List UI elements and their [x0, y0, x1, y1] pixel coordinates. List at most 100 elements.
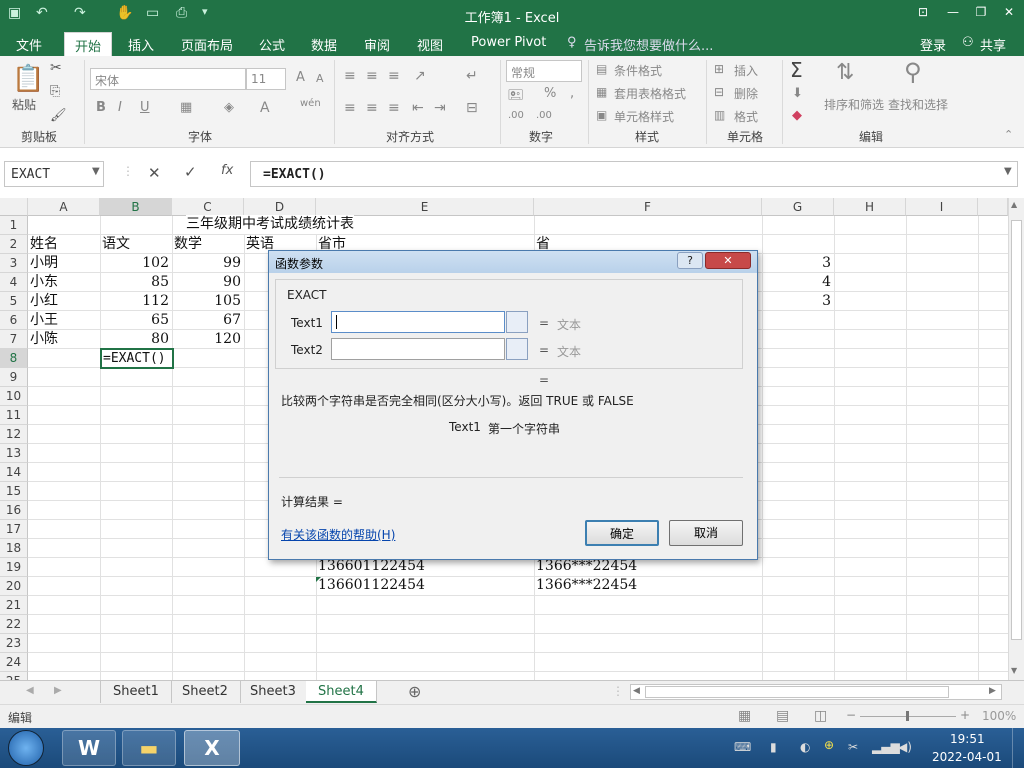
increase-indent-icon[interactable]: ⇥: [434, 100, 446, 116]
chinese-cell[interactable]: 102: [100, 254, 172, 273]
math-cell[interactable]: 90: [172, 273, 244, 292]
help-icon[interactable]: ?: [677, 252, 703, 269]
table-format-button[interactable]: 套用表格格式: [614, 85, 686, 102]
column-header-c[interactable]: C: [172, 198, 244, 216]
zoom-slider-thumb[interactable]: [906, 711, 909, 721]
align-bottom-icon[interactable]: ≡: [388, 68, 400, 84]
formula-input[interactable]: =EXACT(): [250, 161, 1018, 187]
row-header[interactable]: 22: [0, 615, 28, 634]
minimize-icon[interactable]: —: [942, 3, 964, 23]
arg1-input[interactable]: [331, 311, 505, 333]
sheet-tab-1[interactable]: Sheet1: [100, 681, 172, 703]
insert-function-icon[interactable]: fx: [221, 163, 233, 178]
explorer-taskbar-icon[interactable]: ▬: [122, 730, 176, 766]
word-taskbar-icon[interactable]: W: [62, 730, 116, 766]
row-header[interactable]: 10: [0, 387, 28, 406]
arg2-collapse-icon[interactable]: [506, 338, 528, 360]
ok-button[interactable]: 确定: [585, 520, 659, 546]
g-cell[interactable]: 3: [762, 292, 834, 311]
row-header[interactable]: 6: [0, 311, 28, 330]
select-all-corner[interactable]: [0, 198, 28, 216]
name-box[interactable]: EXACT: [4, 161, 104, 187]
tab-formulas[interactable]: 公式: [259, 35, 285, 54]
dialog-close-icon[interactable]: ✕: [705, 252, 751, 269]
paste-button[interactable]: 粘贴: [12, 96, 36, 113]
bold-icon[interactable]: B: [96, 100, 106, 115]
decrease-decimal-icon[interactable]: .00: [536, 110, 552, 121]
merge-center-icon[interactable]: ⊟: [466, 100, 478, 116]
row-header[interactable]: 13: [0, 444, 28, 463]
column-header-h[interactable]: H: [834, 198, 906, 216]
name-cell[interactable]: 小红: [30, 292, 58, 311]
column-header-g[interactable]: G: [762, 198, 834, 216]
cancel-button[interactable]: 取消: [669, 520, 743, 546]
header-cell[interactable]: 数学: [174, 235, 202, 254]
page-layout-view-icon[interactable]: ▤: [776, 708, 789, 724]
tab-review[interactable]: 审阅: [364, 35, 390, 54]
g-cell[interactable]: 3: [762, 254, 834, 273]
tab-data[interactable]: 数据: [311, 35, 337, 54]
column-header-a[interactable]: A: [28, 198, 100, 216]
tray-icon[interactable]: ◐: [800, 740, 810, 754]
decrease-indent-icon[interactable]: ⇤: [412, 100, 424, 116]
row-header[interactable]: 8: [0, 349, 28, 368]
add-icon[interactable]: ⊕: [824, 738, 834, 752]
horizontal-scrollbar[interactable]: ◀ ▶: [630, 684, 1002, 700]
accounting-icon[interactable]: 🖭: [508, 86, 523, 108]
row-header[interactable]: 11: [0, 406, 28, 425]
scroll-right-icon[interactable]: ▶: [989, 686, 996, 696]
align-center-icon[interactable]: ≡: [366, 100, 378, 116]
tab-file[interactable]: 文件: [16, 35, 42, 54]
column-header-f[interactable]: F: [534, 198, 762, 216]
delete-cells-button[interactable]: 删除: [734, 85, 758, 102]
paste-icon[interactable]: 📋: [12, 64, 44, 94]
page-break-view-icon[interactable]: ◫: [814, 708, 827, 724]
name-cell[interactable]: 小王: [30, 311, 58, 330]
row-header[interactable]: 21: [0, 596, 28, 615]
header-cell[interactable]: 语文: [102, 235, 130, 254]
close-icon[interactable]: ✕: [998, 3, 1020, 23]
battery-icon[interactable]: ▮: [770, 740, 777, 754]
zoom-out-icon[interactable]: −: [846, 708, 856, 722]
chinese-cell[interactable]: 112: [100, 292, 172, 311]
vertical-scrollbar[interactable]: ▲ ▼: [1008, 198, 1024, 680]
fill-color-icon[interactable]: ◈: [224, 100, 234, 115]
name-box-dropdown-icon[interactable]: ▼: [92, 166, 100, 177]
share-button[interactable]: 共享: [980, 35, 1006, 54]
fill-icon[interactable]: ⬇: [792, 86, 803, 101]
header-cell[interactable]: 姓名: [30, 235, 58, 254]
row-header[interactable]: 16: [0, 501, 28, 520]
math-cell[interactable]: 120: [172, 330, 244, 349]
scroll-tabs-right-icon[interactable]: ▶: [54, 685, 62, 696]
align-left-icon[interactable]: ≡: [344, 100, 356, 116]
tab-home[interactable]: 开始: [64, 32, 113, 56]
find-select-button[interactable]: 查找和选择: [888, 96, 948, 113]
row-header[interactable]: 5: [0, 292, 28, 311]
new-sheet-icon[interactable]: ⊕: [408, 682, 421, 701]
tab-split-handle[interactable]: ⋮: [612, 684, 624, 698]
collapse-ribbon-icon[interactable]: ⌃: [1004, 128, 1013, 141]
clock-date[interactable]: 2022-04-01: [932, 750, 1002, 764]
vertical-scroll-thumb[interactable]: [1011, 220, 1022, 640]
format-painter-icon[interactable]: 🖌: [50, 108, 67, 123]
function-help-link[interactable]: 有关该函数的帮助(H): [281, 526, 395, 543]
italic-icon[interactable]: I: [118, 100, 122, 115]
tab-insert[interactable]: 插入: [128, 35, 154, 54]
name-cell[interactable]: 小陈: [30, 330, 58, 349]
math-cell[interactable]: 67: [172, 311, 244, 330]
scroll-up-icon[interactable]: ▲: [1011, 200, 1017, 209]
sort-filter-icon[interactable]: ⇅: [836, 60, 854, 85]
clear-icon[interactable]: ◆: [792, 108, 802, 123]
column-header-e[interactable]: E: [316, 198, 534, 216]
row-header[interactable]: 12: [0, 425, 28, 444]
arg1-collapse-icon[interactable]: [506, 311, 528, 333]
column-header-j[interactable]: [978, 198, 1008, 216]
column-header-i[interactable]: I: [906, 198, 978, 216]
tray-icon[interactable]: ✂: [848, 740, 858, 754]
active-cell-b8[interactable]: =EXACT(): [100, 348, 174, 369]
scroll-tabs-left-icon[interactable]: ◀: [26, 685, 34, 696]
row-header[interactable]: 19: [0, 558, 28, 577]
zoom-level[interactable]: 100%: [982, 709, 1016, 723]
sheet-tab-4[interactable]: Sheet4: [306, 681, 377, 703]
orientation-icon[interactable]: ↗: [414, 68, 426, 84]
